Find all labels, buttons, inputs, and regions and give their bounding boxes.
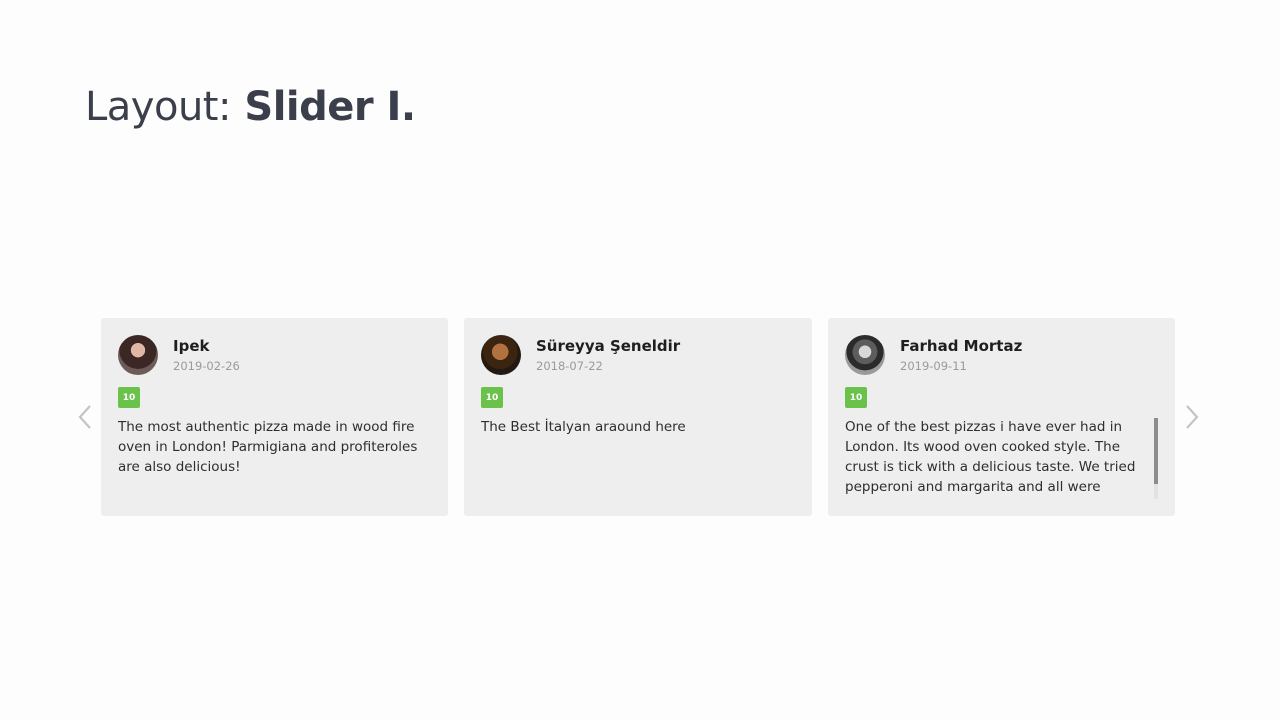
review-text: One of the best pizzas i have ever had i… bbox=[845, 419, 1136, 495]
reviewer-info: Ipek 2019-02-26 bbox=[118, 335, 431, 376]
rating-badge: 10 bbox=[481, 387, 503, 408]
reviewer-info: Süreyya Şeneldir 2018-07-22 bbox=[481, 335, 795, 376]
page-title-prefix: Layout: bbox=[85, 84, 231, 130]
scrollbar-thumb[interactable] bbox=[1154, 418, 1158, 484]
review-card: Ipek 2019-02-26 10 The most authentic pi… bbox=[101, 318, 448, 516]
chevron-right-icon bbox=[1186, 405, 1199, 429]
review-card: Süreyya Şeneldir 2018-07-22 10 The Best … bbox=[464, 318, 812, 516]
chevron-left-icon bbox=[78, 405, 91, 429]
reviewer-name: Süreyya Şeneldir bbox=[536, 337, 681, 355]
review-slider: Ipek 2019-02-26 10 The most authentic pi… bbox=[0, 318, 1280, 516]
reviewer-name: Ipek bbox=[173, 337, 210, 355]
rating-badge: 10 bbox=[118, 387, 140, 408]
avatar bbox=[118, 335, 158, 375]
page-title: Layout: Slider I. bbox=[85, 84, 416, 130]
review-scrollbar[interactable] bbox=[1154, 418, 1158, 499]
review-date: 2018-07-22 bbox=[536, 359, 603, 373]
slider-next-button[interactable] bbox=[1181, 404, 1203, 430]
review-card: Farhad Mortaz 2019-09-11 10 One of the b… bbox=[828, 318, 1175, 516]
reviewer-name: Farhad Mortaz bbox=[900, 337, 1023, 355]
avatar bbox=[481, 335, 521, 375]
review-date: 2019-09-11 bbox=[900, 359, 967, 373]
slider-prev-button[interactable] bbox=[74, 404, 96, 430]
review-date: 2019-02-26 bbox=[173, 359, 240, 373]
review-text: The Best İtalyan araound here bbox=[481, 419, 686, 435]
avatar bbox=[845, 335, 885, 375]
review-text: The most authentic pizza made in wood fi… bbox=[118, 419, 418, 475]
page-title-emphasis: Slider I. bbox=[244, 84, 416, 130]
rating-badge: 10 bbox=[845, 387, 867, 408]
reviewer-info: Farhad Mortaz 2019-09-11 bbox=[845, 335, 1158, 376]
